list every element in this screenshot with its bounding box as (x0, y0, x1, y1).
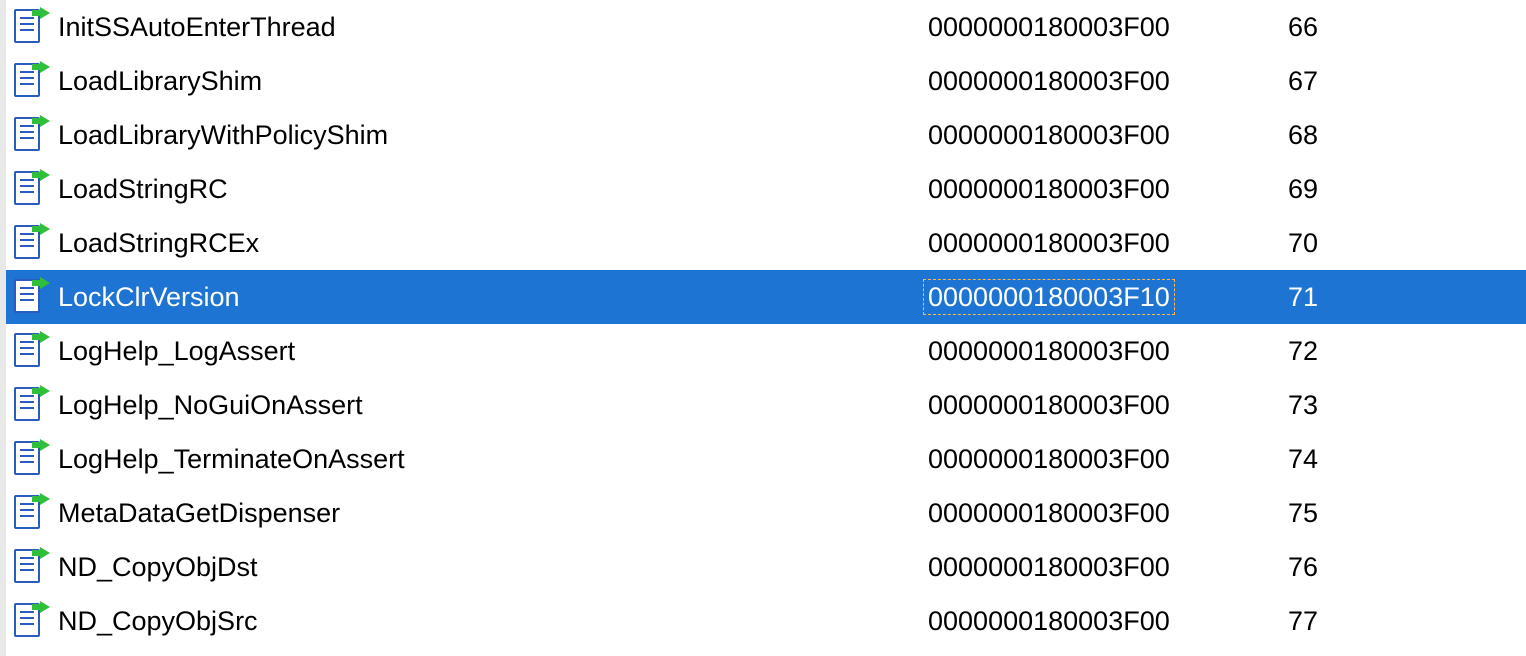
list-item[interactable]: InitSSAutoEnterThread0000000180003F0066 (6, 0, 1526, 54)
function-address: 0000000180003F00 (928, 390, 1288, 421)
icon-cell (12, 63, 48, 99)
icon-cell (12, 441, 48, 477)
function-ordinal: 68 (1288, 120, 1526, 151)
function-name: LogHelp_LogAssert (48, 336, 928, 367)
icon-cell (12, 549, 48, 585)
export-function-icon (12, 279, 48, 315)
icon-cell (12, 9, 48, 45)
function-address: 0000000180003F00 (928, 606, 1288, 637)
function-ordinal: 76 (1288, 552, 1526, 583)
function-ordinal: 71 (1288, 282, 1526, 313)
export-function-icon (12, 603, 48, 639)
function-name: LogHelp_NoGuiOnAssert (48, 390, 928, 421)
function-address: 0000000180003F00 (928, 336, 1288, 367)
function-name: LogHelp_TerminateOnAssert (48, 444, 928, 475)
list-item[interactable]: LogHelp_LogAssert0000000180003F0072 (6, 324, 1526, 378)
function-name: LockClrVersion (48, 282, 928, 313)
function-address: 0000000180003F00 (928, 12, 1288, 43)
function-name: ND_CopyObjSrc (48, 606, 928, 637)
export-function-icon (12, 225, 48, 261)
function-ordinal: 72 (1288, 336, 1526, 367)
list-item[interactable]: ND_CopyObjSrc0000000180003F0077 (6, 594, 1526, 648)
list-item[interactable]: LoadStringRCEx0000000180003F0070 (6, 216, 1526, 270)
export-function-icon (12, 387, 48, 423)
function-name: LoadLibraryShim (48, 66, 928, 97)
function-ordinal: 74 (1288, 444, 1526, 475)
export-function-icon (12, 549, 48, 585)
function-ordinal: 77 (1288, 606, 1526, 637)
export-function-icon (12, 63, 48, 99)
function-name: LoadStringRCEx (48, 228, 928, 259)
list-item[interactable]: LogHelp_TerminateOnAssert0000000180003F0… (6, 432, 1526, 486)
icon-cell (12, 333, 48, 369)
icon-cell (12, 603, 48, 639)
list-item[interactable]: LogHelp_NoGuiOnAssert0000000180003F0073 (6, 378, 1526, 432)
list-item[interactable]: LoadStringRC0000000180003F0069 (6, 162, 1526, 216)
function-address: 0000000180003F00 (928, 228, 1288, 259)
function-address: 0000000180003F00 (928, 66, 1288, 97)
function-address: 0000000180003F10 (928, 282, 1288, 313)
function-address: 0000000180003F00 (928, 552, 1288, 583)
function-ordinal: 70 (1288, 228, 1526, 259)
export-list[interactable]: InitSSAutoEnterThread0000000180003F0066L… (0, 0, 1526, 656)
list-item[interactable]: LockClrVersion0000000180003F1071 (6, 270, 1526, 324)
function-name: LoadStringRC (48, 174, 928, 205)
export-function-icon (12, 333, 48, 369)
function-ordinal: 67 (1288, 66, 1526, 97)
icon-cell (12, 171, 48, 207)
function-address: 0000000180003F00 (928, 120, 1288, 151)
icon-cell (12, 495, 48, 531)
list-item[interactable]: LoadLibraryShim0000000180003F0067 (6, 54, 1526, 108)
export-function-icon (12, 495, 48, 531)
export-function-icon (12, 9, 48, 45)
icon-cell (12, 279, 48, 315)
function-name: LoadLibraryWithPolicyShim (48, 120, 928, 151)
list-item[interactable]: ND_CopyObjDst0000000180003F0076 (6, 540, 1526, 594)
list-item[interactable]: MetaDataGetDispenser0000000180003F0075 (6, 486, 1526, 540)
icon-cell (12, 117, 48, 153)
list-item[interactable]: LoadLibraryWithPolicyShim0000000180003F0… (6, 108, 1526, 162)
function-name: ND_CopyObjDst (48, 552, 928, 583)
function-name: MetaDataGetDispenser (48, 498, 928, 529)
function-name: InitSSAutoEnterThread (48, 12, 928, 43)
icon-cell (12, 387, 48, 423)
export-function-icon (12, 441, 48, 477)
export-function-icon (12, 171, 48, 207)
function-ordinal: 73 (1288, 390, 1526, 421)
export-function-icon (12, 117, 48, 153)
function-ordinal: 66 (1288, 12, 1526, 43)
function-address: 0000000180003F00 (928, 174, 1288, 205)
function-address: 0000000180003F00 (928, 498, 1288, 529)
icon-cell (12, 225, 48, 261)
function-ordinal: 69 (1288, 174, 1526, 205)
function-ordinal: 75 (1288, 498, 1526, 529)
function-address: 0000000180003F00 (928, 444, 1288, 475)
